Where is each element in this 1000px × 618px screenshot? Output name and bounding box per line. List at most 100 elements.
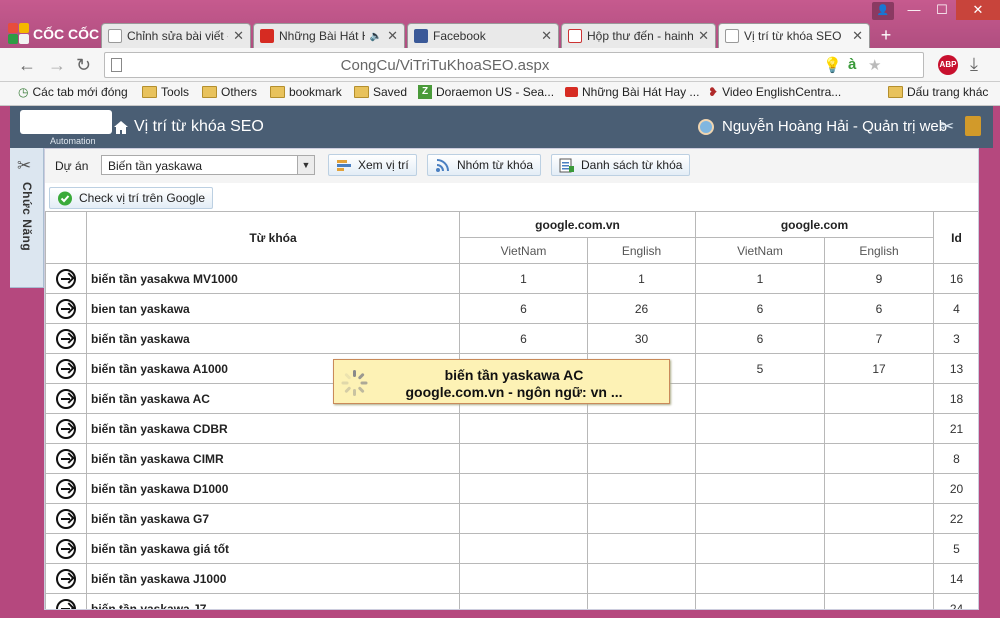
bookmark-englishcentral[interactable]: ❥ Video EnglishCentra... (708, 85, 841, 99)
id-column-header: Id (933, 211, 978, 264)
rss-icon (436, 158, 449, 172)
check-google-button[interactable]: Check vị trí trên Google (49, 187, 214, 209)
address-bar[interactable]: CongCu/ViTriTuKhoaSEO.aspx 💡 à ★ ⤓ (104, 52, 924, 78)
close-tab-icon[interactable]: ✕ (387, 28, 398, 44)
id-cell: 13 (933, 353, 978, 384)
vn-english-header: English (587, 237, 696, 264)
position-cell (824, 503, 934, 534)
bookmark-recent-tabs[interactable]: ◷ Các tab mới đóng (18, 85, 128, 99)
keyword-group-label: Nhóm từ khóa (457, 158, 534, 172)
translate-icon[interactable]: à (848, 56, 856, 73)
position-cell: 1 (695, 263, 825, 294)
project-select-value: Biến tần yaskawa (108, 159, 203, 173)
go-arrow-icon[interactable] (56, 598, 76, 609)
page-title: Vị trí từ khóa SEO (113, 118, 264, 136)
logout-icon[interactable] (965, 116, 981, 136)
history-icon: ◷ (18, 85, 29, 99)
bookmark-doraemon[interactable]: Z Doraemon US - Sea... (418, 85, 554, 99)
adblock-icon[interactable]: ABP (938, 55, 958, 75)
bulb-icon[interactable]: 💡 (823, 56, 842, 74)
app-logo[interactable] (20, 110, 112, 134)
bookmark-label: Các tab mới đóng (32, 85, 128, 99)
chart-icon (337, 159, 351, 171)
go-arrow-icon[interactable] (56, 388, 76, 409)
coccoc-logo[interactable]: CỐC CỐC (8, 22, 99, 46)
row-action-cell (45, 383, 87, 414)
go-arrow-icon[interactable] (56, 298, 76, 319)
bookmark-others[interactable]: Others (202, 85, 257, 99)
close-tab-icon[interactable]: ✕ (698, 28, 709, 44)
id-cell: 20 (933, 473, 978, 504)
downloads-icon[interactable]: ⤓ (970, 54, 978, 75)
position-cell (695, 563, 825, 594)
table-row: biến tần yaskawa G7 22 (45, 503, 978, 534)
row-action-cell (45, 293, 87, 324)
bookmark-label: Others (221, 85, 258, 99)
profile-icon[interactable]: 👤 (872, 2, 894, 20)
tab-music[interactable]: Những Bài Hát Ha 🔈 ✕ (253, 23, 405, 48)
window-close-icon[interactable]: ✕ (956, 0, 1000, 20)
maximize-icon[interactable]: ☐ (928, 0, 956, 20)
star-icon[interactable]: ★ (868, 56, 881, 74)
bookmark-music[interactable]: Những Bài Hát Hay ... (565, 85, 699, 99)
home-icon[interactable] (113, 120, 129, 135)
tab-seo-active[interactable]: Vị trí từ khóa SEO ✕ (718, 23, 870, 48)
close-tab-icon[interactable]: ✕ (541, 28, 552, 44)
position-cell (587, 533, 696, 564)
view-position-button[interactable]: Xem vị trí (328, 154, 417, 176)
keyword-cell: bien tan yaskawa (86, 293, 460, 324)
page-icon (108, 29, 122, 43)
page-icon (725, 29, 739, 43)
go-arrow-icon[interactable] (56, 478, 76, 499)
bookmarks-bar: ◷ Các tab mới đóng Tools Others bookmark … (0, 82, 1000, 106)
go-arrow-icon[interactable] (56, 328, 76, 349)
chevron-down-icon[interactable]: ▼ (297, 156, 314, 174)
close-tab-icon[interactable]: ✕ (233, 28, 244, 44)
folder-icon (142, 86, 157, 98)
row-action-cell (45, 563, 87, 594)
youtube-icon (260, 29, 274, 43)
go-arrow-icon[interactable] (56, 418, 76, 439)
position-cell (824, 563, 934, 594)
go-arrow-icon[interactable] (56, 358, 76, 379)
id-cell: 14 (933, 563, 978, 594)
minimize-icon[interactable]: — (900, 0, 928, 20)
bookmark-label: Tools (161, 85, 190, 99)
speaker-icon[interactable]: 🔈 (370, 31, 382, 42)
bookmark-tools[interactable]: Tools (142, 85, 189, 99)
bookmark-label: Doraemon US - Sea... (436, 85, 555, 99)
bookmark-saved[interactable]: Saved (354, 85, 407, 99)
reload-icon[interactable]: ↻ (76, 56, 91, 74)
back-icon[interactable]: ← (18, 56, 36, 74)
project-select[interactable]: Biến tần yaskawa ▼ (101, 155, 315, 175)
user-avatar-icon (698, 118, 714, 135)
go-arrow-icon[interactable] (56, 268, 76, 289)
close-tab-icon[interactable]: ✕ (852, 28, 863, 44)
position-cell (695, 533, 825, 564)
go-arrow-icon[interactable] (56, 568, 76, 589)
go-arrow-icon[interactable] (56, 538, 76, 559)
sidebar-label: Chức Năng (20, 182, 34, 252)
go-arrow-icon[interactable] (56, 448, 76, 469)
keyword-group-button[interactable]: Nhóm từ khóa (427, 154, 542, 176)
keyword-list-button[interactable]: Danh sách từ khóa (551, 154, 691, 176)
position-cell: 9 (824, 263, 934, 294)
bookmark-other-bookmarks[interactable]: Dấu trang khác (888, 85, 988, 99)
new-tab-icon[interactable]: + (875, 26, 897, 45)
tab-edit-post[interactable]: Chỉnh sửa bài viết ‹ H ✕ (101, 23, 251, 48)
tab-gmail[interactable]: Hộp thư đến - hainh ✕ (561, 23, 716, 48)
table-row: biến tần yasakwa MV1000 1 1 1 9 16 (45, 263, 978, 294)
row-action-cell (45, 263, 87, 294)
tools-icon[interactable]: ✂ (940, 117, 954, 137)
user-info[interactable]: Nguyễn Hoàng Hải - Quản trị web (698, 118, 947, 135)
tab-facebook[interactable]: Facebook ✕ (407, 23, 559, 48)
forward-icon[interactable]: → (48, 56, 66, 74)
loading-spinner-icon (341, 370, 368, 396)
filter-bar: Dự án Biến tần yaskawa ▼ Xem vị trí Nhóm… (45, 149, 978, 183)
function-sidebar[interactable]: ✂ Chức Năng (10, 148, 44, 288)
site-icon: Z (418, 85, 432, 99)
keyword-list-label: Danh sách từ khóa (581, 158, 683, 172)
position-cell (587, 413, 696, 444)
bookmark-bookmark[interactable]: bookmark (270, 85, 342, 99)
go-arrow-icon[interactable] (56, 508, 76, 529)
